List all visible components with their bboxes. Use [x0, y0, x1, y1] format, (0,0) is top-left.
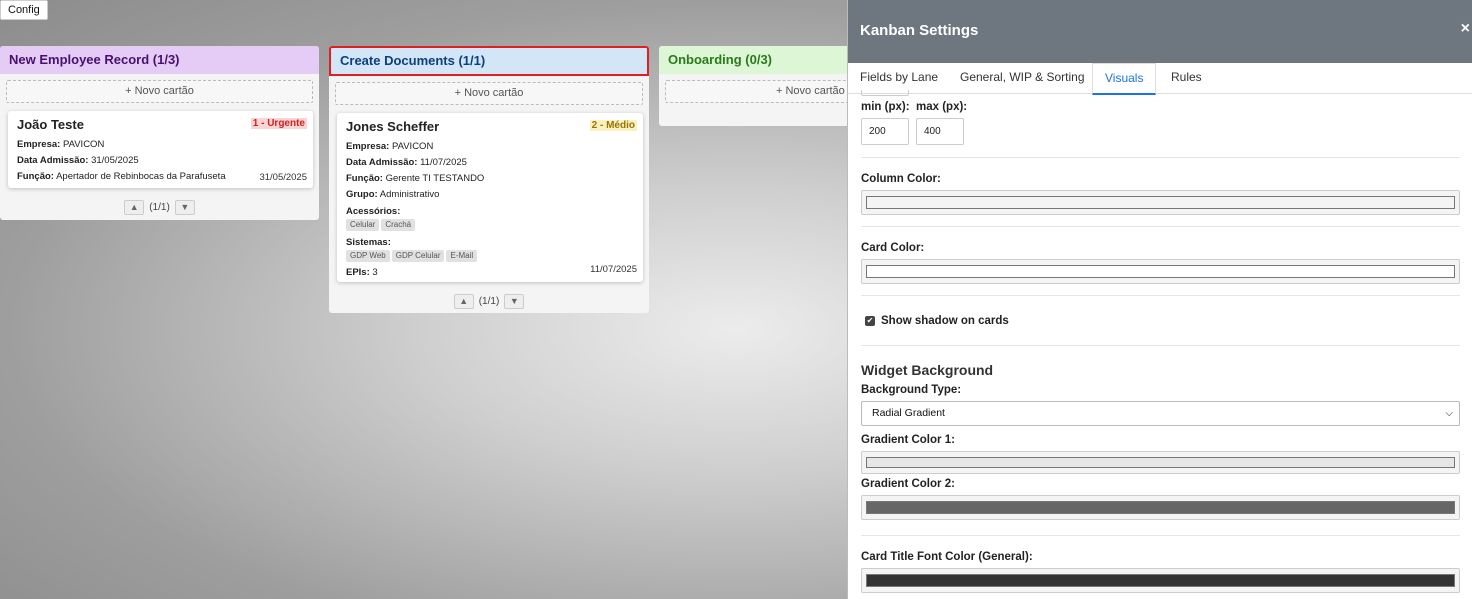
- card-field: Empresa: PAVICON: [346, 141, 434, 152]
- priority-badge: 1 - Urgente: [250, 118, 307, 129]
- pager: ▲ (1/1) ▼: [0, 200, 319, 215]
- card-date: 11/07/2025: [590, 264, 637, 275]
- color-swatch: [866, 574, 1455, 587]
- add-card-button[interactable]: + Novo cartão: [335, 82, 643, 105]
- pager-text: (1/1): [149, 202, 170, 213]
- tag: Celular: [346, 219, 380, 231]
- priority-badge: 2 - Médio: [589, 120, 637, 131]
- lane-create-documents: Create Documents (1/1) + Novo cartão Jon…: [329, 46, 649, 313]
- systems-label: Sistemas:: [346, 237, 391, 248]
- color-swatch: [866, 501, 1455, 514]
- systems-tags: GDP Web GDP Celular E-Mail: [346, 250, 635, 262]
- lane-onboarding: Onboarding (0/3) + Novo cartão: [659, 46, 859, 126]
- color-swatch: [866, 265, 1455, 278]
- divider: [861, 295, 1460, 296]
- tag: GDP Web: [346, 250, 390, 262]
- pager: ▲ (1/1) ▼: [329, 294, 649, 309]
- page-down-button[interactable]: ▼: [504, 294, 525, 309]
- color-swatch: [866, 196, 1455, 209]
- card-color-label: Card Color:: [861, 242, 925, 254]
- max-width-input[interactable]: 400: [916, 118, 964, 145]
- card-field: Grupo: Administrativo: [346, 189, 440, 200]
- card-date: 31/05/2025: [259, 172, 307, 183]
- tag: Crachá: [381, 219, 416, 231]
- shadow-label: Show shadow on cards: [881, 315, 1009, 327]
- card-title-font-color-input[interactable]: [861, 568, 1460, 593]
- divider: [861, 226, 1460, 227]
- page-up-button[interactable]: ▲: [124, 200, 145, 215]
- add-card-button[interactable]: + Novo cartão: [665, 80, 853, 103]
- shadow-checkbox[interactable]: ✔: [865, 316, 875, 326]
- scrolled-input-edge: [861, 90, 909, 96]
- gradient-color-2-input[interactable]: [861, 495, 1460, 520]
- kanban-card[interactable]: Jones Scheffer 2 - Médio Empresa: PAVICO…: [337, 113, 643, 282]
- lane-header: Onboarding (0/3): [659, 46, 859, 74]
- background-type-label: Background Type:: [861, 384, 962, 396]
- accessories-label: Acessórios:: [346, 206, 401, 217]
- min-width-input[interactable]: 200: [861, 118, 909, 145]
- tab-visuals[interactable]: Visuals: [1092, 63, 1157, 95]
- chevron-down-icon: ⌵: [1445, 408, 1453, 419]
- tab-general-wip-sorting[interactable]: General, WIP & Sorting: [948, 63, 1097, 94]
- column-color-label: Column Color:: [861, 173, 941, 185]
- color-swatch: [866, 457, 1455, 468]
- divider: [861, 345, 1460, 346]
- gradient-color-2-label: Gradient Color 2:: [861, 478, 955, 490]
- lane-new-employee-record: New Employee Record (1/3) + Novo cartão …: [0, 46, 319, 220]
- tag: GDP Celular: [391, 250, 445, 262]
- panel-header: Kanban Settings ×: [848, 0, 1472, 63]
- gradient-color-1-label: Gradient Color 1:: [861, 434, 955, 446]
- add-card-button[interactable]: + Novo cartão: [6, 80, 313, 103]
- divider: [861, 535, 1460, 536]
- card-color-input[interactable]: [861, 259, 1460, 284]
- max-width-label: max (px):: [916, 101, 968, 113]
- tag: E-Mail: [446, 250, 478, 262]
- accessories-tags: Celular Crachá: [346, 219, 635, 231]
- background-type-select[interactable]: Radial Gradient ⌵: [861, 401, 1460, 426]
- close-icon[interactable]: ×: [1461, 20, 1470, 38]
- lane-header: Create Documents (1/1): [329, 46, 649, 76]
- tab-bar: Fields by Lane General, WIP & Sorting Vi…: [848, 63, 1472, 95]
- card-title-font-color-label: Card Title Font Color (General):: [861, 551, 1033, 563]
- card-field: Função: Gerente TI TESTANDO: [346, 173, 485, 184]
- lane-header: New Employee Record (1/3): [0, 46, 319, 74]
- tab-rules[interactable]: Rules: [1159, 63, 1214, 94]
- pager-text: (1/1): [478, 296, 500, 307]
- card-field: Empresa: PAVICON: [17, 139, 105, 150]
- kanban-card[interactable]: João Teste 1 - Urgente Empresa: PAVICON …: [8, 111, 313, 188]
- gradient-color-1-input[interactable]: [861, 451, 1460, 474]
- card-field: Data Admissão: 11/07/2025: [346, 157, 467, 168]
- column-color-input[interactable]: [861, 190, 1460, 215]
- page-down-button[interactable]: ▼: [174, 200, 195, 215]
- settings-panel: Kanban Settings × Fields by Lane General…: [847, 0, 1472, 599]
- page-up-button[interactable]: ▲: [453, 294, 474, 309]
- panel-title: Kanban Settings: [860, 22, 979, 39]
- divider: [861, 157, 1460, 158]
- config-button[interactable]: Config: [0, 0, 48, 20]
- card-field: Data Admissão: 31/05/2025: [17, 155, 139, 166]
- min-width-label: min (px):: [861, 101, 910, 113]
- widget-background-heading: Widget Background: [861, 362, 994, 378]
